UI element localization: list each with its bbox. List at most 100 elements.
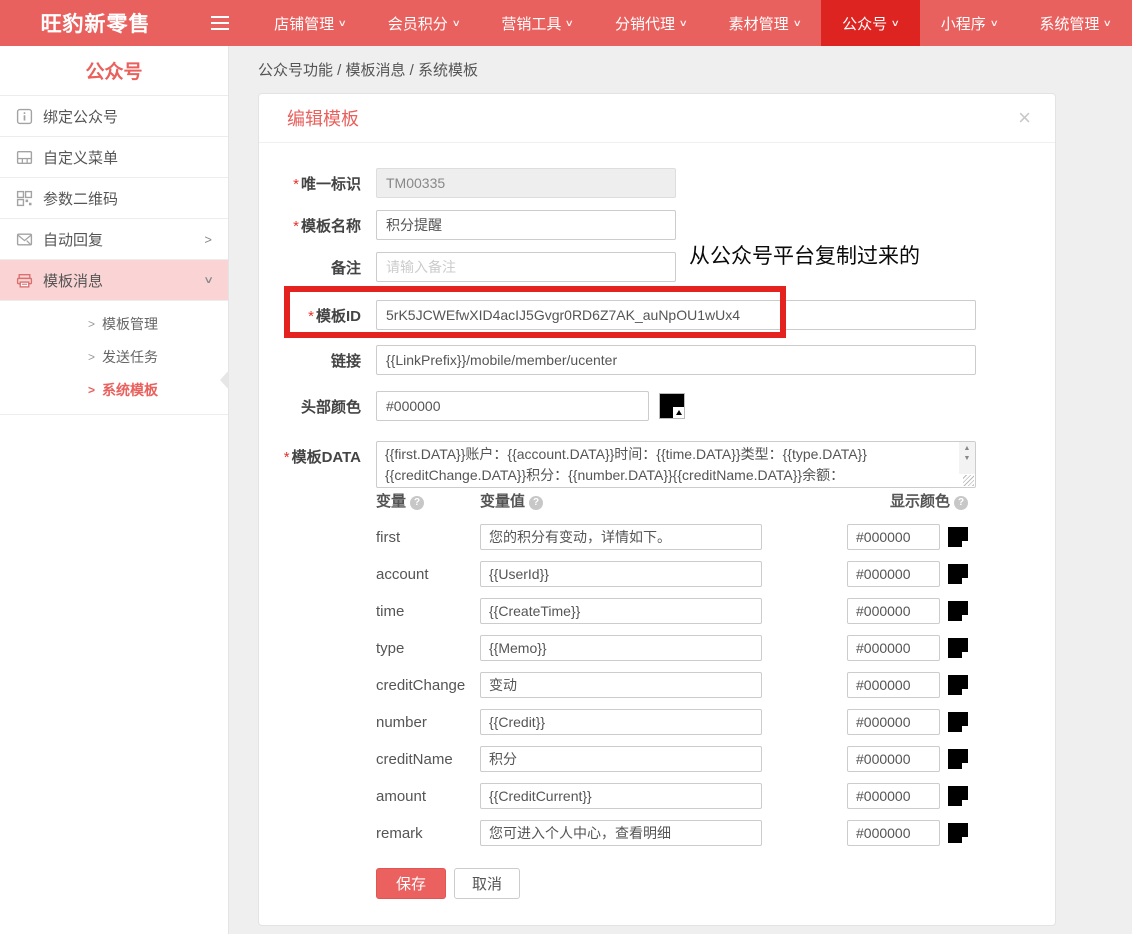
field-label: 唯一标识	[301, 176, 361, 193]
var-value-input[interactable]	[480, 783, 762, 809]
copied-from-platform-annotation: 从公众号平台复制过来的	[689, 240, 1019, 270]
nav-item-material[interactable]: 素材管理∨	[708, 0, 822, 46]
chevron-down-icon: ∨	[792, 18, 801, 29]
var-color-input[interactable]	[847, 524, 940, 550]
header-color-input[interactable]	[376, 391, 649, 421]
menu-icon	[16, 149, 33, 166]
qrcode-icon	[16, 190, 33, 207]
template-message-submenu: >模板管理 >发送任务 >系统模板	[0, 301, 228, 415]
var-row-first: first	[376, 524, 968, 550]
unique-id-input	[376, 168, 676, 198]
var-color-input[interactable]	[847, 746, 940, 772]
var-name: creditChange	[376, 677, 480, 694]
brand-logo[interactable]: 旺豹新零售	[0, 0, 191, 46]
sidebar-item-auto-reply[interactable]: 自动回复 >	[0, 219, 228, 260]
sidebar-item-template-message[interactable]: 模板消息 ∨	[0, 260, 228, 301]
chevron-down-icon: ∨	[565, 18, 574, 29]
var-name: amount	[376, 788, 480, 805]
sidebar-subitem-template-manage[interactable]: >模板管理	[0, 307, 228, 340]
var-color-input[interactable]	[847, 783, 940, 809]
sidebar-item-custom-menu[interactable]: 自定义菜单	[0, 137, 228, 178]
nav-item-system[interactable]: 系统管理∨	[1018, 0, 1132, 46]
var-value-input[interactable]	[480, 635, 762, 661]
color-swatch[interactable]	[948, 712, 968, 732]
var-color-input[interactable]	[847, 820, 940, 846]
field-label: 链接	[331, 353, 361, 370]
var-color-input[interactable]	[847, 709, 940, 735]
chevron-down-icon: ∨	[203, 275, 214, 286]
scroll-up-icon[interactable]: ▲	[964, 444, 971, 454]
nav-item-mini-program[interactable]: 小程序∨	[920, 0, 1019, 46]
top-navbar: 旺豹新零售 店铺管理∨ 会员积分∨ 营销工具∨ 分销代理∨ 素材管理∨ 公众号∨…	[0, 0, 1132, 46]
required-asterisk: *	[293, 218, 299, 235]
field-label: 模板名称	[301, 218, 361, 235]
var-color-input[interactable]	[847, 672, 940, 698]
nav-item-points[interactable]: 会员积分∨	[367, 0, 481, 46]
var-color-input[interactable]	[847, 561, 940, 587]
field-row-template-data: *模板DATA {{first.DATA}}账户：{{account.DATA}…	[259, 441, 976, 488]
var-color-input[interactable]	[847, 635, 940, 661]
var-value-input[interactable]	[480, 820, 762, 846]
chevron-down-icon: ∨	[451, 18, 460, 29]
sidebar-item-bind-account[interactable]: 绑定公众号	[0, 96, 228, 137]
required-asterisk: *	[293, 176, 299, 193]
template-data-textarea[interactable]: {{first.DATA}}账户：{{account.DATA}}时间：{{ti…	[376, 441, 976, 488]
var-name: remark	[376, 825, 480, 842]
chevron-down-icon: ∨	[891, 18, 900, 29]
var-name: first	[376, 529, 480, 546]
field-label: 头部颜色	[301, 399, 361, 416]
var-value-input[interactable]	[480, 598, 762, 624]
textarea-scrollbar[interactable]: ▲▼	[959, 442, 975, 474]
header-color-swatch[interactable]	[659, 393, 685, 419]
var-value-input[interactable]	[480, 709, 762, 735]
template-id-input[interactable]	[376, 300, 976, 330]
template-name-input[interactable]	[376, 210, 676, 240]
nav-item-distribution[interactable]: 分销代理∨	[594, 0, 708, 46]
sidebar-subitem-system-template[interactable]: >系统模板	[0, 373, 228, 406]
color-swatch[interactable]	[948, 527, 968, 547]
field-row-header-color: 头部颜色	[259, 391, 685, 421]
sidebar-item-qrcode[interactable]: 参数二维码	[0, 178, 228, 219]
var-row-number: number	[376, 709, 968, 735]
remark-input[interactable]	[376, 252, 676, 282]
sidebar: 公众号 绑定公众号 自定义菜单 参数二维码 自动回复 > 模板消息 ∨ >模板管…	[0, 46, 229, 934]
color-swatch[interactable]	[948, 564, 968, 584]
sidebar-item-label: 自定义菜单	[43, 147, 118, 168]
var-row-amount: amount	[376, 783, 968, 809]
var-row-time: time	[376, 598, 968, 624]
color-swatch[interactable]	[948, 638, 968, 658]
main-nav: 店铺管理∨ 会员积分∨ 营销工具∨ 分销代理∨ 素材管理∨ 公众号∨ 小程序∨ …	[253, 0, 1132, 46]
nav-item-official-account[interactable]: 公众号∨	[821, 0, 920, 46]
nav-item-shop[interactable]: 店铺管理∨	[253, 0, 367, 46]
chevron-down-icon: ∨	[679, 18, 688, 29]
cancel-button[interactable]: 取消	[454, 868, 520, 899]
var-value-input[interactable]	[480, 561, 762, 587]
var-name: account	[376, 566, 480, 583]
hamburger-menu-icon[interactable]	[211, 0, 229, 46]
help-icon[interactable]: ?	[954, 496, 968, 510]
color-swatch[interactable]	[948, 823, 968, 843]
link-input[interactable]	[376, 345, 976, 375]
col-header-color: 显示颜色	[890, 493, 950, 510]
save-button[interactable]: 保存	[376, 868, 446, 899]
breadcrumb: 公众号功能 / 模板消息 / 系统模板	[258, 59, 478, 80]
var-value-input[interactable]	[480, 524, 762, 550]
help-icon[interactable]: ?	[529, 496, 543, 510]
nav-item-marketing[interactable]: 营销工具∨	[480, 0, 594, 46]
color-swatch[interactable]	[948, 675, 968, 695]
color-swatch[interactable]	[948, 601, 968, 621]
sidebar-subitem-send-task[interactable]: >发送任务	[0, 340, 228, 373]
color-swatch[interactable]	[948, 749, 968, 769]
close-icon[interactable]: ×	[1018, 107, 1031, 129]
vars-table-header: 变量? 变量值? 显示颜色?	[376, 490, 968, 511]
var-color-input[interactable]	[847, 598, 940, 624]
var-value-input[interactable]	[480, 746, 762, 772]
var-name: time	[376, 603, 480, 620]
scroll-down-icon[interactable]: ▼	[964, 454, 971, 464]
help-icon[interactable]: ?	[410, 496, 424, 510]
resize-grip-icon[interactable]	[963, 475, 974, 486]
color-swatch[interactable]	[948, 786, 968, 806]
field-row-unique-id: *唯一标识	[259, 168, 676, 198]
var-value-input[interactable]	[480, 672, 762, 698]
template-icon	[16, 272, 33, 289]
